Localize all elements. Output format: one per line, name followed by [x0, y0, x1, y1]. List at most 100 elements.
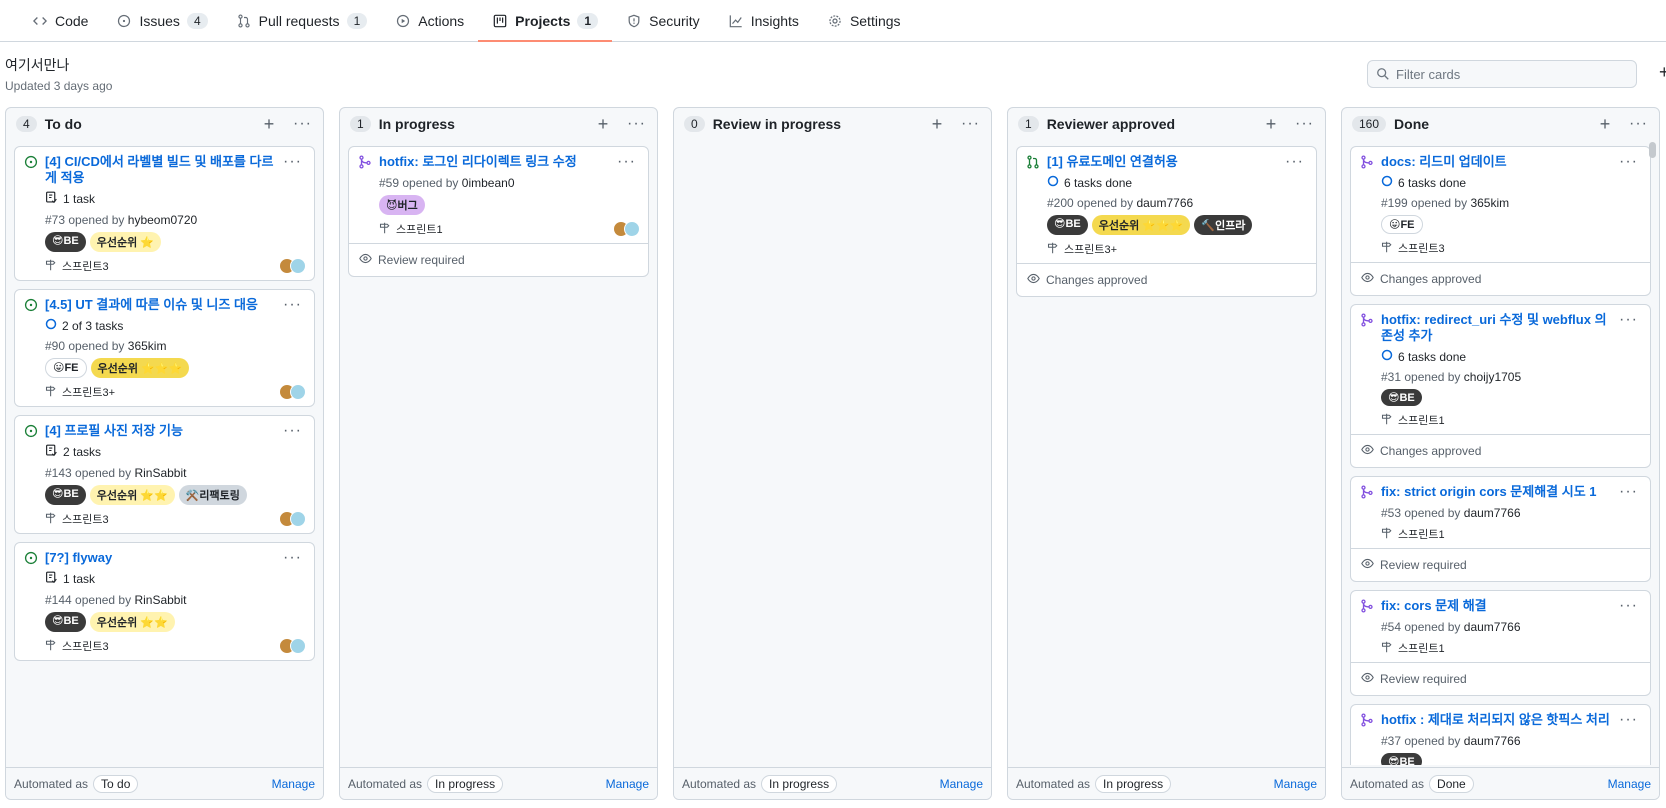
avatar[interactable]: [290, 638, 306, 654]
manage-automation-link[interactable]: Manage: [1608, 777, 1651, 791]
label-badge[interactable]: 😎BE: [45, 232, 86, 252]
label-badge[interactable]: 우선순위 ⭐⭐: [89, 485, 175, 505]
card-author[interactable]: daum7766: [1136, 196, 1193, 210]
card-menu-icon[interactable]: ···: [283, 153, 302, 171]
column-menu-icon[interactable]: ···: [1295, 115, 1319, 133]
project-card[interactable]: hotfix: redirect_uri 수정 및 webflux 의존성 추가…: [1350, 304, 1651, 468]
tab-pull-requests[interactable]: Pull requests 1: [222, 0, 382, 41]
label-badge[interactable]: 😎BE: [1381, 389, 1422, 406]
card-author[interactable]: daum7766: [1464, 506, 1521, 520]
card-author[interactable]: hybeom0720: [128, 213, 197, 227]
card-title-link[interactable]: hotfix : 제대로 처리되지 않은 핫픽스 처리: [1381, 712, 1640, 728]
card-menu-icon[interactable]: ···: [1619, 483, 1638, 501]
card-menu-icon[interactable]: ···: [283, 549, 302, 567]
tab-code[interactable]: Code: [18, 0, 102, 41]
project-card[interactable]: docs: 리드미 업데이트 ··· 6 tasks done #199 opened…: [1350, 146, 1651, 296]
card-title-link[interactable]: [1] 유료도메인 연결허용: [1047, 154, 1306, 170]
card-title-link[interactable]: [4.5] UT 결과에 따른 이슈 및 니즈 대응: [45, 297, 304, 313]
avatar[interactable]: [290, 384, 306, 400]
card-menu-icon[interactable]: ···: [1619, 597, 1638, 615]
column-menu-icon[interactable]: ···: [627, 115, 651, 133]
add-card-icon[interactable]: +: [259, 114, 279, 135]
card-title-link[interactable]: hotfix: redirect_uri 수정 및 webflux 의존성 추가: [1381, 312, 1640, 344]
column-menu-icon[interactable]: ···: [961, 115, 985, 133]
project-card[interactable]: [4.5] UT 결과에 따른 이슈 및 니즈 대응 ··· 2 of 3 task…: [14, 289, 315, 407]
add-card-icon[interactable]: +: [1595, 114, 1615, 135]
milestone[interactable]: 스프린트3: [1381, 240, 1640, 256]
label-badge[interactable]: 🔨인프라: [1194, 215, 1253, 235]
manage-automation-link[interactable]: Manage: [940, 777, 983, 791]
column-menu-icon[interactable]: ···: [1629, 115, 1653, 133]
card-menu-icon[interactable]: ···: [1285, 153, 1304, 171]
card-menu-icon[interactable]: ···: [617, 153, 636, 171]
tab-settings[interactable]: Settings: [813, 0, 915, 41]
manage-automation-link[interactable]: Manage: [272, 777, 315, 791]
milestone[interactable]: 스프린트3+: [1047, 241, 1306, 257]
milestone[interactable]: 스프린트3: [45, 638, 304, 654]
manage-automation-link[interactable]: Manage: [606, 777, 649, 791]
avatar[interactable]: [290, 511, 306, 527]
card-menu-icon[interactable]: ···: [1619, 153, 1638, 171]
card-menu-icon[interactable]: ···: [1619, 311, 1638, 329]
card-author[interactable]: daum7766: [1464, 734, 1521, 748]
card-title-link[interactable]: [4] 프로필 사진 저장 기능: [45, 423, 304, 439]
milestone[interactable]: 스프린트3: [45, 258, 304, 274]
project-card[interactable]: fix: strict origin cors 문제해결 시도 1 ··· #53 …: [1350, 476, 1651, 582]
project-card[interactable]: [1] 유료도메인 연결허용 ··· 6 tasks done #200 opened…: [1016, 146, 1317, 297]
project-card[interactable]: hotfix: 로그인 리다이렉트 링크 수정 ··· #59 opened by …: [348, 146, 649, 277]
card-menu-icon[interactable]: ···: [283, 422, 302, 440]
tab-security[interactable]: Security: [612, 0, 714, 41]
project-card[interactable]: [7?] flyway ··· 1 task #144 opened by RinSa…: [14, 542, 315, 661]
filter-cards-input[interactable]: Filter cards: [1367, 60, 1637, 88]
column-scrollbar[interactable]: [1649, 142, 1656, 158]
label-badge[interactable]: 😛FE: [1381, 215, 1423, 234]
card-title-link[interactable]: hotfix: 로그인 리다이렉트 링크 수정: [379, 154, 638, 170]
label-badge[interactable]: 😎BE: [1047, 215, 1088, 235]
card-author[interactable]: 0imbean0: [462, 176, 515, 190]
label-badge[interactable]: 😛FE: [45, 358, 87, 378]
label-badge[interactable]: 😎BE: [45, 612, 86, 632]
label-badge[interactable]: 우선순위 ⭐⭐⭐: [90, 358, 190, 378]
project-card[interactable]: [4] 프로필 사진 저장 기능 ··· 2 tasks #143 opened by…: [14, 415, 315, 534]
avatar[interactable]: [624, 221, 640, 237]
label-badge[interactable]: 😎BE: [1381, 753, 1422, 765]
milestone[interactable]: 스프린트3: [45, 511, 304, 527]
card-author[interactable]: 365kim: [128, 339, 167, 353]
milestone[interactable]: 스프린트3+: [45, 384, 304, 400]
label-badge[interactable]: 😎BE: [45, 485, 86, 505]
card-title-link[interactable]: fix: cors 문제 해결: [1381, 598, 1640, 614]
card-author[interactable]: daum7766: [1464, 620, 1521, 634]
milestone[interactable]: 스프린트1: [1381, 412, 1640, 428]
card-menu-icon[interactable]: ···: [1619, 711, 1638, 729]
card-title-link[interactable]: docs: 리드미 업데이트: [1381, 154, 1640, 170]
milestone[interactable]: 스프린트1: [1381, 526, 1640, 542]
label-badge[interactable]: ⚒️리팩토링: [178, 485, 247, 505]
label-badge[interactable]: 😈버그: [379, 195, 425, 215]
project-card[interactable]: [4] CI/CD에서 라벨별 빌드 및 배포를 다르게 적용 ··· 1 task…: [14, 146, 315, 281]
project-card[interactable]: fix: cors 문제 해결 ··· #54 opened by daum7766…: [1350, 590, 1651, 696]
label-badge[interactable]: 우선순위 ⭐⭐: [89, 612, 175, 632]
add-column-icon[interactable]: +: [1659, 62, 1666, 83]
tab-actions[interactable]: Actions: [381, 0, 478, 41]
avatar[interactable]: [290, 258, 306, 274]
label-badge[interactable]: 우선순위 ⭐: [89, 232, 161, 252]
add-card-icon[interactable]: +: [593, 114, 613, 135]
card-title-link[interactable]: [4] CI/CD에서 라벨별 빌드 및 배포를 다르게 적용: [45, 154, 304, 186]
tab-projects[interactable]: Projects 1: [478, 0, 613, 42]
card-title-link[interactable]: [7?] flyway: [45, 550, 304, 566]
tab-issues[interactable]: Issues 4: [102, 0, 221, 41]
tab-insights[interactable]: Insights: [714, 0, 813, 41]
card-author[interactable]: choijy1705: [1464, 370, 1521, 384]
manage-automation-link[interactable]: Manage: [1274, 777, 1317, 791]
project-card[interactable]: hotfix : 제대로 처리되지 않은 핫픽스 처리 ··· #37 opened…: [1350, 704, 1651, 765]
card-menu-icon[interactable]: ···: [283, 296, 302, 314]
milestone[interactable]: 스프린트1: [379, 221, 638, 237]
card-author[interactable]: 365kim: [1470, 196, 1509, 210]
label-badge[interactable]: 우선순위 ⭐⭐⭐: [1091, 215, 1191, 235]
add-card-icon[interactable]: +: [1261, 114, 1281, 135]
add-card-icon[interactable]: +: [927, 114, 947, 135]
card-title-link[interactable]: fix: strict origin cors 문제해결 시도 1: [1381, 484, 1640, 500]
column-menu-icon[interactable]: ···: [293, 115, 317, 133]
card-author[interactable]: RinSabbit: [134, 593, 186, 607]
card-author[interactable]: RinSabbit: [134, 466, 186, 480]
